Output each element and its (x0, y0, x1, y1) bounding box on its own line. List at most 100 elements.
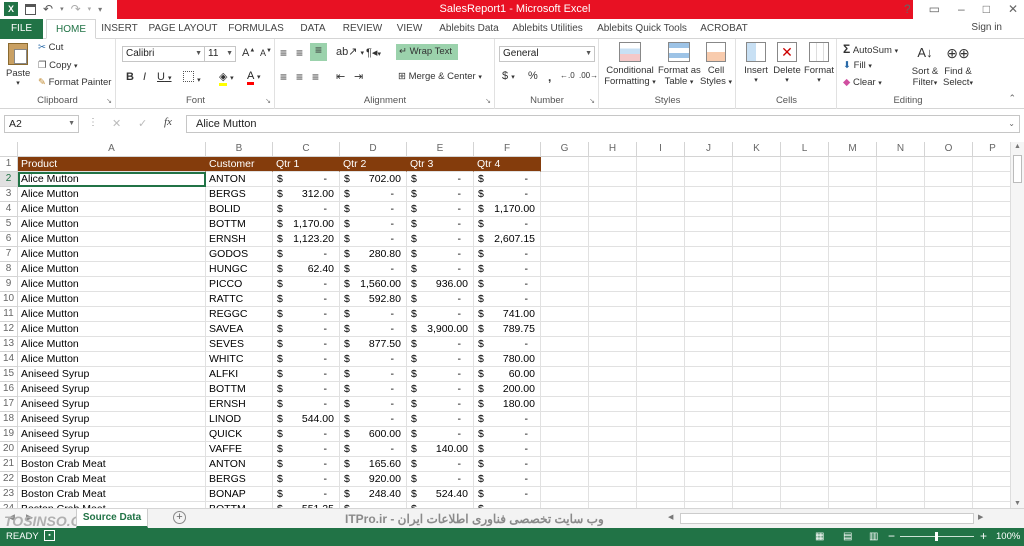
tab-acrobat[interactable]: ACROBAT (698, 19, 750, 39)
table-cell[interactable] (877, 262, 925, 277)
table-cell[interactable]: $- (407, 307, 474, 322)
table-cell[interactable] (637, 277, 685, 292)
table-cell[interactable]: $- (273, 472, 340, 487)
table-cell[interactable] (829, 172, 877, 187)
tab-home[interactable]: HOME (46, 19, 96, 39)
table-cell[interactable] (733, 472, 781, 487)
table-cell[interactable] (877, 457, 925, 472)
table-cell[interactable] (829, 382, 877, 397)
table-cell[interactable] (589, 232, 637, 247)
table-cell[interactable] (733, 202, 781, 217)
table-cell[interactable]: RATTC (206, 292, 273, 307)
sheet-tab-source-data[interactable]: Source Data (76, 509, 148, 528)
table-cell[interactable]: PICCO (206, 277, 273, 292)
table-cell[interactable] (637, 352, 685, 367)
table-cell[interactable]: $200.00 (474, 382, 541, 397)
table-cell[interactable] (781, 412, 829, 427)
table-cell[interactable]: BOTTM (206, 382, 273, 397)
table-cell[interactable] (781, 427, 829, 442)
table-cell[interactable] (589, 367, 637, 382)
table-cell[interactable] (877, 292, 925, 307)
table-cell[interactable] (925, 352, 973, 367)
table-cell[interactable] (973, 367, 1010, 382)
customize-toolbar-icon[interactable]: ▾ (98, 5, 102, 14)
bottom-align-button[interactable]: ≡ (310, 43, 327, 61)
row-header[interactable]: 13 (0, 337, 18, 352)
table-cell[interactable] (877, 367, 925, 382)
table-cell[interactable] (925, 232, 973, 247)
table-header-cell[interactable] (925, 157, 973, 172)
table-cell[interactable]: Alice Mutton (18, 202, 206, 217)
table-cell[interactable] (541, 412, 589, 427)
table-cell[interactable]: SAVEA (206, 322, 273, 337)
expand-formula-bar-icon[interactable]: ⌄ (1008, 116, 1015, 132)
table-cell[interactable] (829, 367, 877, 382)
table-cell[interactable]: $- (273, 367, 340, 382)
scroll-down-icon[interactable]: ▼ (1014, 500, 1021, 507)
table-cell[interactable] (877, 247, 925, 262)
table-cell[interactable] (781, 352, 829, 367)
underline-button[interactable]: U ▾ (157, 71, 172, 83)
table-cell[interactable] (829, 412, 877, 427)
table-header-cell[interactable] (733, 157, 781, 172)
table-cell[interactable] (925, 457, 973, 472)
page-layout-view-icon[interactable]: ▤ (843, 531, 852, 542)
table-cell[interactable] (589, 187, 637, 202)
table-cell[interactable] (829, 307, 877, 322)
delete-cells-button[interactable]: ✕ Delete ▾ (771, 42, 803, 84)
format-cells-button[interactable]: Format ▾ (803, 42, 835, 84)
table-cell[interactable] (589, 217, 637, 232)
table-cell[interactable]: $- (407, 472, 474, 487)
table-cell[interactable]: $- (407, 412, 474, 427)
table-cell[interactable]: Boston Crab Meat (18, 457, 206, 472)
table-cell[interactable] (973, 217, 1010, 232)
table-cell[interactable]: Aniseed Syrup (18, 412, 206, 427)
name-box[interactable]: A2 ▼ (4, 115, 79, 133)
table-cell[interactable] (925, 217, 973, 232)
table-cell[interactable]: $1,170.00 (474, 202, 541, 217)
clipboard-dialog-launcher-icon[interactable]: ↘ (106, 97, 112, 105)
table-header-cell[interactable]: Qtr 3 (407, 157, 474, 172)
borders-button[interactable]: ▾ (183, 71, 201, 85)
table-header-cell[interactable] (829, 157, 877, 172)
column-header[interactable]: K (733, 142, 781, 157)
table-cell[interactable] (733, 412, 781, 427)
align-left-button[interactable]: ≡ (280, 70, 287, 84)
table-cell[interactable]: ANTON (206, 172, 273, 187)
table-cell[interactable]: $- (407, 457, 474, 472)
cut-button[interactable]: ✂ Cut (38, 42, 63, 53)
number-dialog-launcher-icon[interactable]: ↘ (589, 97, 595, 105)
table-cell[interactable] (877, 427, 925, 442)
table-cell[interactable] (733, 442, 781, 457)
table-cell[interactable] (877, 277, 925, 292)
table-cell[interactable]: $- (474, 247, 541, 262)
table-cell[interactable]: VAFFE (206, 442, 273, 457)
table-cell[interactable] (829, 337, 877, 352)
table-cell[interactable]: SEVES (206, 337, 273, 352)
table-cell[interactable]: Alice Mutton (18, 247, 206, 262)
table-cell[interactable] (781, 397, 829, 412)
table-cell[interactable] (637, 307, 685, 322)
table-cell[interactable] (589, 472, 637, 487)
close-icon[interactable]: ✕ (1008, 2, 1018, 16)
row-header[interactable]: 16 (0, 382, 18, 397)
table-cell[interactable] (877, 337, 925, 352)
decrease-indent-button[interactable]: ⇤ (336, 70, 345, 83)
table-cell[interactable]: $702.00 (340, 172, 407, 187)
increase-indent-button[interactable]: ⇥ (354, 70, 363, 83)
column-header[interactable]: L (781, 142, 829, 157)
row-header[interactable]: 4 (0, 202, 18, 217)
table-cell[interactable] (637, 322, 685, 337)
table-cell[interactable]: $1,123.20 (273, 232, 340, 247)
table-cell[interactable]: $- (273, 442, 340, 457)
table-header-cell[interactable] (973, 157, 1010, 172)
table-cell[interactable] (829, 487, 877, 502)
table-cell[interactable]: $- (474, 292, 541, 307)
table-cell[interactable] (973, 202, 1010, 217)
table-cell[interactable] (973, 397, 1010, 412)
column-header[interactable]: J (685, 142, 733, 157)
table-cell[interactable] (829, 472, 877, 487)
table-cell[interactable] (973, 442, 1010, 457)
row-header[interactable]: 15 (0, 367, 18, 382)
decrease-font-button[interactable]: A▼ (260, 48, 272, 58)
